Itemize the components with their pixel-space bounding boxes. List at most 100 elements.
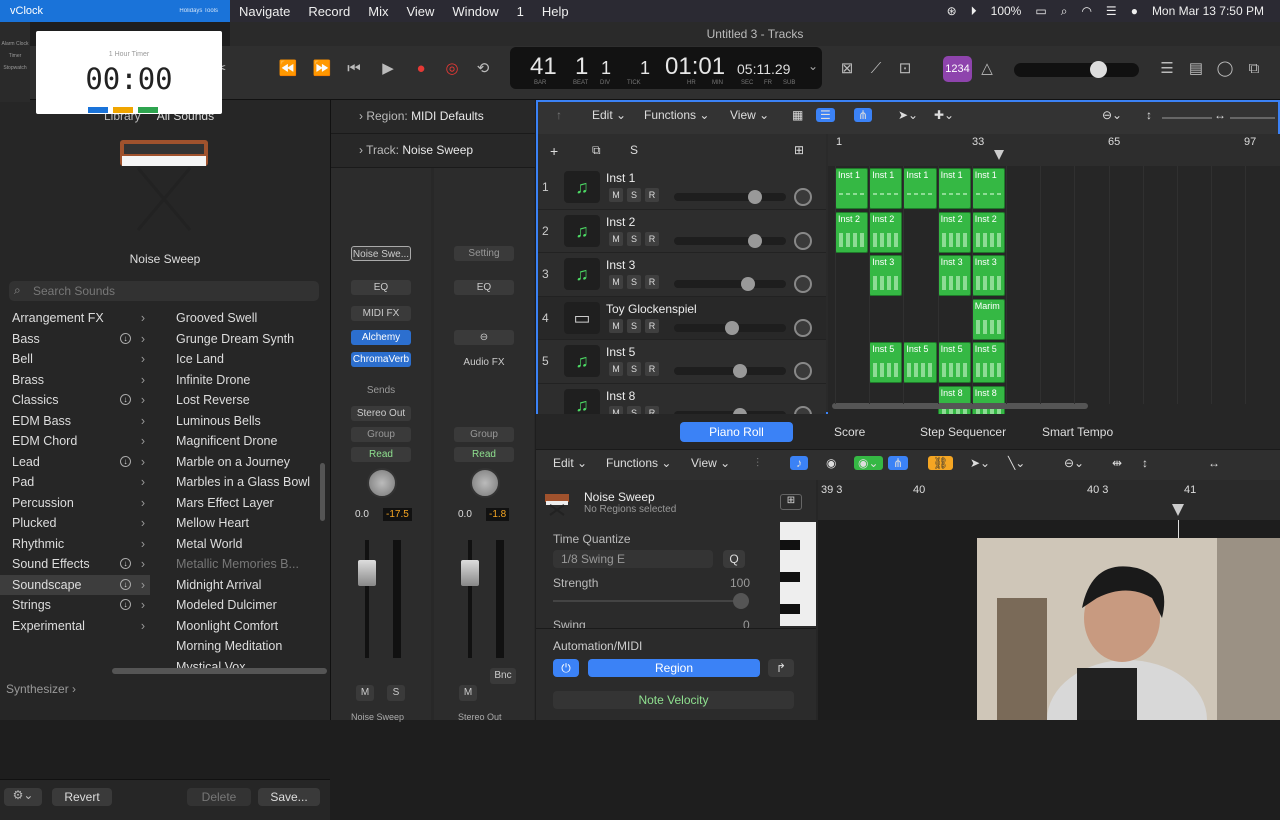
edit-menu[interactable]: Edit ⌄: [592, 108, 626, 122]
view-menu[interactable]: View ⌄: [730, 108, 769, 122]
horizontal-zoom-icon[interactable]: ↔: [1214, 108, 1226, 122]
download-icon[interactable]: ↓: [120, 456, 131, 467]
play-button[interactable]: ▶: [374, 58, 402, 80]
midi-region[interactable]: Inst 5: [903, 342, 936, 383]
mute-button[interactable]: M: [609, 188, 623, 202]
record-arm-button[interactable]: R: [645, 275, 659, 289]
output-slot[interactable]: Stereo Out: [351, 406, 411, 421]
sound-item[interactable]: Metallic Memories B...: [163, 554, 323, 575]
record-button[interactable]: ●: [407, 58, 435, 80]
category-item[interactable]: EDM Bass›: [0, 411, 150, 432]
master-volume-slider[interactable]: [1014, 63, 1139, 77]
download-icon[interactable]: ↓: [120, 599, 131, 610]
vclock-side-alarm[interactable]: Alarm Clock: [0, 38, 30, 50]
category-item[interactable]: Percussion›: [0, 493, 150, 514]
sound-list-scrollbar[interactable]: [320, 463, 325, 521]
pr-view-menu[interactable]: View ⌄: [691, 456, 730, 470]
category-item[interactable]: Experimental›: [0, 616, 150, 637]
sound-item[interactable]: Mars Effect Layer: [163, 493, 323, 514]
pr-functions-menu[interactable]: Functions ⌄: [606, 456, 671, 470]
solo-button[interactable]: S: [627, 188, 641, 202]
menu-navigate[interactable]: Navigate: [230, 4, 299, 19]
download-icon[interactable]: ↓: [120, 333, 131, 344]
pr-snap-icon[interactable]: ⋔: [888, 456, 908, 470]
track-volume-thumb[interactable]: [725, 321, 739, 335]
pr-edit-menu[interactable]: Edit ⌄: [553, 456, 587, 470]
fast-forward-button[interactable]: ⏩: [308, 58, 336, 80]
group-slot[interactable]: Group: [351, 427, 411, 442]
siri-icon[interactable]: ●: [1131, 4, 1138, 18]
solo-button[interactable]: S: [627, 362, 641, 376]
count-in-button[interactable]: 1234: [943, 56, 972, 82]
setting-button[interactable]: Noise Swe...: [351, 246, 411, 261]
solo-button[interactable]: S: [627, 275, 641, 289]
tab-piano-roll[interactable]: Piano Roll: [680, 422, 793, 442]
pr-playhead[interactable]: [1172, 504, 1184, 516]
sound-item[interactable]: Marble on a Journey: [163, 452, 323, 473]
track-pan-knob[interactable]: [794, 232, 812, 250]
volume-fader[interactable]: [358, 560, 376, 586]
mute-button[interactable]: M: [609, 275, 623, 289]
pr-eye-icon[interactable]: ◉: [826, 456, 836, 470]
delete-button[interactable]: Delete: [187, 788, 251, 806]
battery-percent[interactable]: 100%: [991, 4, 1022, 18]
sends-slot[interactable]: Sends: [351, 383, 411, 398]
tuner-icon[interactable]: ⟋: [862, 58, 890, 80]
category-item[interactable]: Pad›: [0, 472, 150, 493]
midi-region[interactable]: Inst 5: [938, 342, 971, 383]
automation-arrow-icon[interactable]: ↱: [768, 659, 794, 677]
track-options-icon[interactable]: ⊞: [794, 143, 804, 157]
midi-region[interactable]: Inst 3: [938, 255, 971, 296]
track-inspector-header[interactable]: › Track: Noise Sweep: [331, 134, 535, 168]
midi-region[interactable]: Inst 5: [972, 342, 1005, 383]
midi-region[interactable]: Inst 1: [869, 168, 902, 209]
category-item[interactable]: Bell›: [0, 349, 150, 370]
mute-button[interactable]: M: [459, 685, 477, 701]
library-options-icon[interactable]: ⚙⌄: [4, 788, 42, 806]
category-item[interactable]: Rhythmic›: [0, 534, 150, 555]
midi-fx-slot[interactable]: MIDI FX: [351, 306, 411, 321]
wifi-icon[interactable]: ◠: [1081, 4, 1091, 18]
sound-item[interactable]: Modeled Dulcimer: [163, 595, 323, 616]
link-icon[interactable]: ⊖: [454, 330, 514, 345]
sound-item[interactable]: Grunge Dream Synth: [163, 329, 323, 350]
pr-ruler[interactable]: 39 3 40 40 3 41: [818, 480, 1280, 520]
grid-view-icon[interactable]: ▦: [792, 108, 803, 122]
catch-icon[interactable]: ↑: [556, 108, 562, 122]
arrange-hscrollbar[interactable]: [832, 403, 1088, 409]
pan-knob[interactable]: [367, 468, 397, 498]
record-arm-button[interactable]: R: [645, 188, 659, 202]
category-item[interactable]: Soundscape↓›: [0, 575, 150, 596]
category-item[interactable]: Strings↓›: [0, 595, 150, 616]
record-arm-button[interactable]: R: [645, 406, 659, 415]
automation-mode[interactable]: Read: [351, 447, 411, 462]
library-hscrollbar[interactable]: [112, 668, 327, 674]
tab-score[interactable]: Score: [822, 422, 877, 442]
menu-help[interactable]: Help: [533, 4, 578, 19]
solo-icon[interactable]: ⊡: [891, 58, 919, 80]
track-header[interactable]: ♫Inst 8MSR: [538, 384, 826, 415]
revert-button[interactable]: Revert: [52, 788, 112, 806]
menu-1[interactable]: 1: [508, 4, 533, 19]
sound-item[interactable]: Morning Meditation: [163, 636, 323, 657]
metronome-icon[interactable]: △: [973, 58, 1001, 80]
midi-region[interactable]: Marim: [972, 299, 1005, 340]
audio-fx-slot[interactable]: ChromaVerb: [351, 352, 411, 367]
pointer-tool-icon[interactable]: ➤⌄: [898, 108, 918, 122]
sound-item[interactable]: Mellow Heart: [163, 513, 323, 534]
midi-region[interactable]: Inst 2: [835, 212, 868, 253]
global-solo-button[interactable]: S: [630, 143, 638, 157]
pr-vzoom-icon[interactable]: ↕: [1142, 456, 1148, 470]
functions-menu[interactable]: Functions ⌄: [644, 108, 709, 122]
search-input[interactable]: Search Sounds: [9, 281, 319, 301]
sound-item[interactable]: Marbles in a Glass Bowl: [163, 472, 323, 493]
strength-thumb[interactable]: [733, 593, 749, 609]
notepad-icon[interactable]: ▤: [1182, 58, 1210, 80]
track-header[interactable]: 1♫Inst 1MSR: [538, 166, 826, 210]
playhead[interactable]: [994, 150, 1004, 160]
track-volume-thumb[interactable]: [733, 364, 747, 378]
pr-inspector-toggle-icon[interactable]: ⊞: [780, 494, 802, 510]
duplicate-track-icon[interactable]: ⧉: [592, 143, 601, 158]
search-icon[interactable]: ⌕: [1061, 4, 1068, 19]
solo-button[interactable]: S: [627, 232, 641, 246]
